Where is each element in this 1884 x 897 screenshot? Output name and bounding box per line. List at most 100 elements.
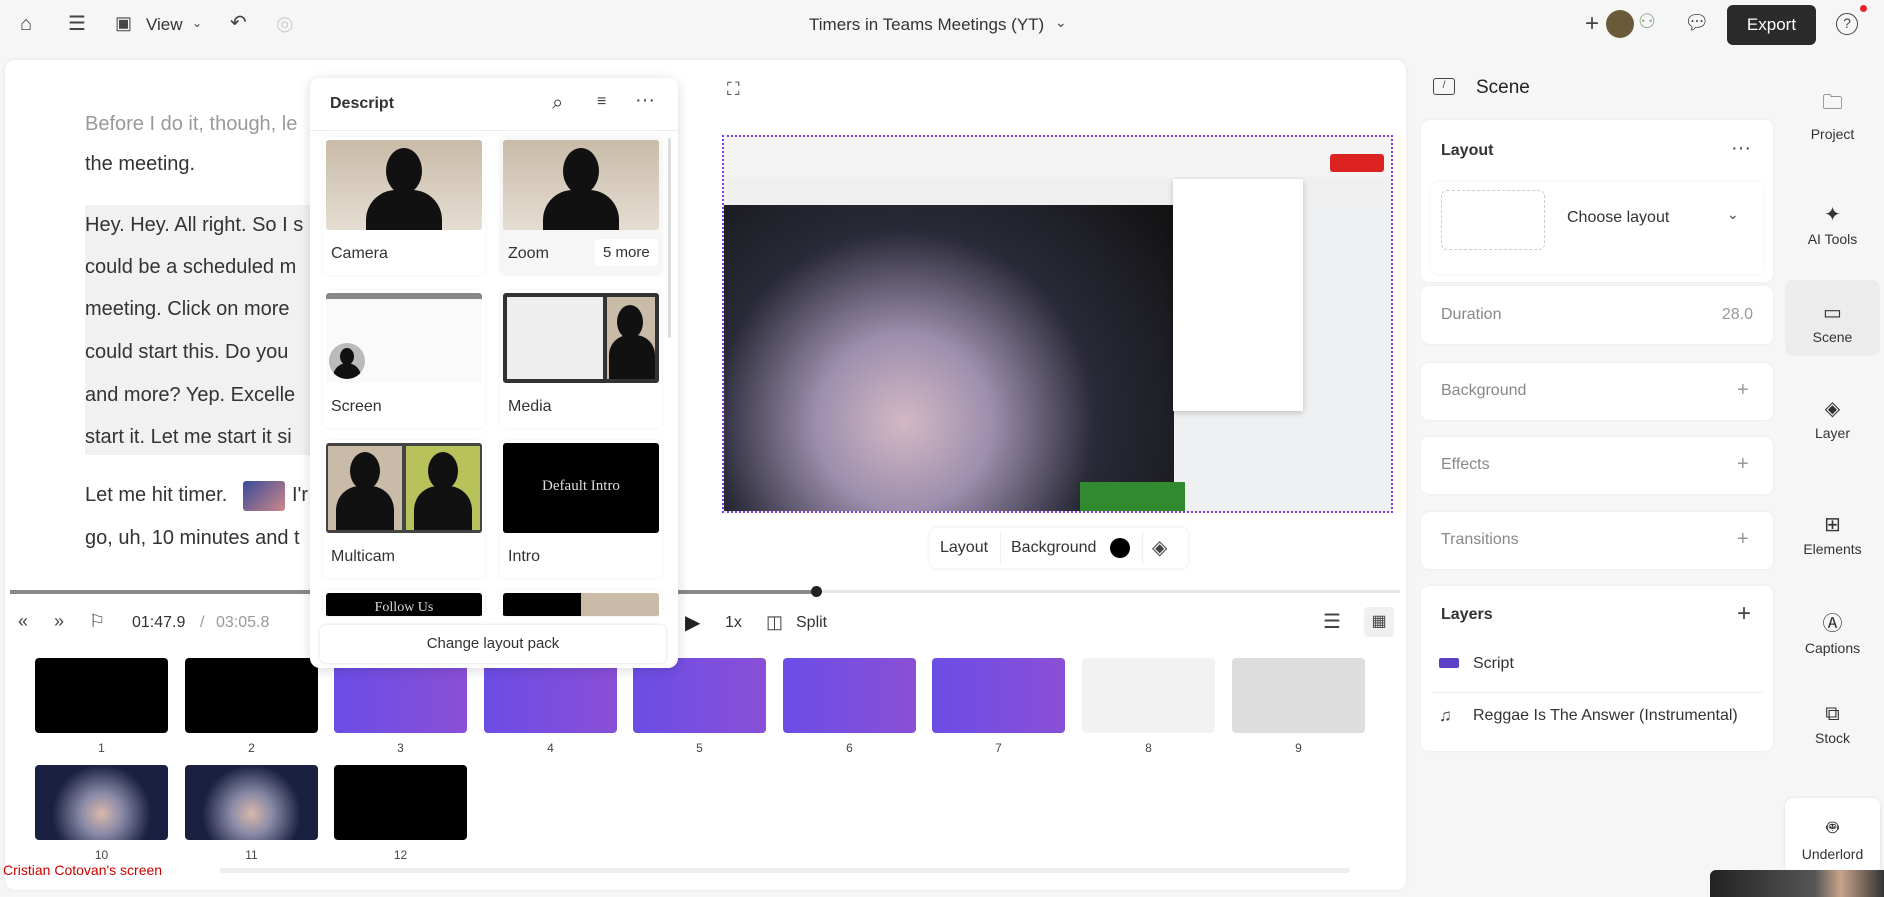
horizontal-scrollbar[interactable] bbox=[220, 868, 1350, 873]
view-layout-icon[interactable]: ▣ bbox=[115, 14, 132, 32]
rail-project[interactable]: 🗀︎ Project bbox=[1785, 88, 1880, 142]
background-color-swatch[interactable] bbox=[1110, 538, 1130, 558]
scene-thumbnail[interactable] bbox=[185, 765, 318, 840]
layer-item-script[interactable]: Script bbox=[1421, 648, 1773, 686]
preview-toolbar: Layout Background ◈ bbox=[930, 528, 1188, 568]
background-button[interactable]: Background bbox=[1011, 539, 1096, 557]
layers-icon: ◈ bbox=[1824, 398, 1841, 420]
section-title: Layout bbox=[1441, 142, 1494, 159]
duration-section[interactable]: Duration 28.0 bbox=[1421, 286, 1773, 344]
play-icon[interactable]: ▶ bbox=[685, 613, 700, 633]
scene-thumbnail[interactable] bbox=[484, 658, 617, 733]
layout-card-follow[interactable]: Follow Us bbox=[323, 590, 485, 616]
rail-scene[interactable]: ▭ Scene bbox=[1785, 280, 1880, 356]
transcript-line[interactable]: could be a scheduled m bbox=[85, 256, 315, 279]
scene-thumbnail[interactable] bbox=[1232, 658, 1365, 733]
clip-thumbnail[interactable] bbox=[243, 481, 285, 511]
background-section[interactable]: Background + bbox=[1421, 363, 1773, 420]
comment-icon[interactable]: 💬︎ bbox=[1684, 13, 1709, 33]
menu-icon[interactable]: ☰ bbox=[68, 14, 86, 34]
grid-view-icon[interactable]: ▦ bbox=[1364, 607, 1394, 637]
add-effect-icon[interactable]: + bbox=[1737, 454, 1749, 474]
scene-thumbnail[interactable] bbox=[35, 765, 168, 840]
export-button[interactable]: Export bbox=[1727, 5, 1816, 45]
elements-icon: ⊞ bbox=[1824, 514, 1841, 536]
layout-card-intro[interactable]: Default Intro Intro bbox=[500, 440, 662, 578]
rail-stock[interactable]: ⧉ Stock bbox=[1785, 703, 1880, 746]
transcript-line[interactable]: Hey. Hey. All right. So I s bbox=[85, 214, 315, 237]
layer-item-music[interactable]: ♫ Reggae Is The Answer (Instrumental) bbox=[1421, 700, 1773, 738]
view-menu[interactable]: View bbox=[146, 15, 183, 35]
scene-thumbnail[interactable] bbox=[633, 658, 766, 733]
transcript-line[interactable]: start it. Let me start it si bbox=[85, 426, 315, 449]
add-collaborator-icon[interactable]: + bbox=[1585, 12, 1599, 36]
choose-layout-dropdown[interactable]: Choose layout ⌄ bbox=[1431, 182, 1763, 274]
more-icon[interactable]: ··· bbox=[635, 90, 655, 110]
people-icon[interactable]: ⚇ bbox=[1638, 12, 1656, 32]
scene-thumbnail[interactable] bbox=[783, 658, 916, 733]
effects-section[interactable]: Effects + bbox=[1421, 437, 1773, 494]
layout-card-multicam[interactable]: Multicam bbox=[323, 440, 485, 578]
scene-number: 10 bbox=[94, 848, 109, 862]
chevron-down-icon[interactable]: ⌄ bbox=[192, 17, 202, 29]
help-icon[interactable]: ? bbox=[1836, 13, 1858, 35]
scene-thumbnail[interactable] bbox=[334, 765, 467, 840]
transcript-line[interactable]: Let me hit timer. bbox=[85, 484, 255, 507]
fullscreen-icon[interactable]: ⛶ bbox=[727, 80, 740, 98]
card-label: Multicam bbox=[331, 548, 396, 565]
home-icon[interactable]: ⌂ bbox=[20, 14, 32, 34]
transcript-line[interactable]: go, uh, 10 minutes and t bbox=[85, 527, 315, 550]
add-background-icon[interactable]: + bbox=[1737, 380, 1749, 400]
split-icon[interactable]: ◫ bbox=[766, 613, 783, 631]
add-transition-icon[interactable]: + bbox=[1737, 529, 1749, 549]
more-layouts-badge[interactable]: 5 more bbox=[595, 239, 658, 266]
top-bar: ⌂ ☰ ▣ View ⌄ ↶ ◎ Timers in Teams Meeting… bbox=[0, 0, 1884, 52]
scene-thumbnail[interactable] bbox=[1082, 658, 1215, 733]
layer-label: Script bbox=[1473, 655, 1514, 672]
rail-underlord[interactable]: 🤖︎ Underlord bbox=[1785, 798, 1880, 874]
duration-value[interactable]: 28.0 bbox=[1722, 306, 1753, 324]
change-layout-pack-button[interactable]: Change layout pack bbox=[320, 625, 666, 663]
scene-thumbnail[interactable] bbox=[185, 658, 318, 733]
layout-card[interactable] bbox=[500, 590, 662, 616]
transcript-line[interactable]: I'r bbox=[292, 484, 312, 507]
script-view-icon[interactable]: ☰ bbox=[1323, 612, 1341, 632]
rail-label: Scene bbox=[1812, 329, 1853, 345]
scene-thumbnail[interactable] bbox=[35, 658, 168, 733]
rail-ai-tools[interactable]: ✦ AI Tools bbox=[1785, 202, 1880, 247]
rail-layer[interactable]: ◈ Layer bbox=[1785, 396, 1880, 441]
bookmark-list-icon[interactable]: ⚐ bbox=[89, 612, 105, 630]
layers-icon[interactable]: ◈ bbox=[1152, 538, 1167, 558]
layout-card-screen[interactable]: Screen bbox=[323, 290, 485, 428]
title-chevron-icon[interactable]: ⌄ bbox=[1055, 15, 1067, 29]
notification-dot bbox=[1860, 5, 1867, 12]
transcript-line[interactable]: the meeting. bbox=[85, 153, 315, 176]
project-title[interactable]: Timers in Teams Meetings (YT) bbox=[809, 15, 1044, 35]
scrollbar[interactable] bbox=[668, 138, 671, 338]
scene-thumbnail[interactable] bbox=[932, 658, 1065, 733]
skip-forward-icon[interactable]: » bbox=[54, 612, 64, 630]
transcript-line[interactable]: and more? Yep. Excelle bbox=[85, 384, 315, 407]
layout-card-zoom[interactable]: Zoom 5 more bbox=[500, 137, 662, 275]
transitions-section[interactable]: Transitions + bbox=[1421, 512, 1773, 569]
rail-captions[interactable]: Ⓐ Captions bbox=[1785, 607, 1880, 656]
layout-card-camera[interactable]: Camera bbox=[323, 137, 485, 275]
skip-back-icon[interactable]: « bbox=[18, 612, 28, 630]
undo-icon[interactable]: ↶ bbox=[230, 13, 247, 33]
rail-label: AI Tools bbox=[1807, 231, 1858, 247]
avatar[interactable] bbox=[1606, 10, 1634, 38]
scene-thumbnail[interactable] bbox=[334, 658, 467, 733]
split-button[interactable]: Split bbox=[796, 614, 827, 632]
speed-button[interactable]: 1x bbox=[725, 614, 742, 632]
transcript-line[interactable]: could start this. Do you bbox=[85, 341, 315, 364]
layout-button[interactable]: Layout bbox=[940, 539, 988, 557]
video-preview[interactable] bbox=[722, 135, 1393, 513]
more-icon[interactable]: ··· bbox=[1731, 138, 1751, 158]
layout-card-media[interactable]: Media bbox=[500, 290, 662, 428]
filter-icon[interactable]: ≡ bbox=[597, 94, 606, 110]
transcript-line[interactable]: meeting. Click on more bbox=[85, 298, 315, 321]
search-icon[interactable]: ⌕ bbox=[552, 93, 563, 113]
rail-elements[interactable]: ⊞ Elements bbox=[1785, 512, 1880, 557]
add-layer-icon[interactable]: + bbox=[1737, 602, 1751, 626]
transcript-line[interactable]: Before I do it, though, le bbox=[85, 113, 315, 136]
